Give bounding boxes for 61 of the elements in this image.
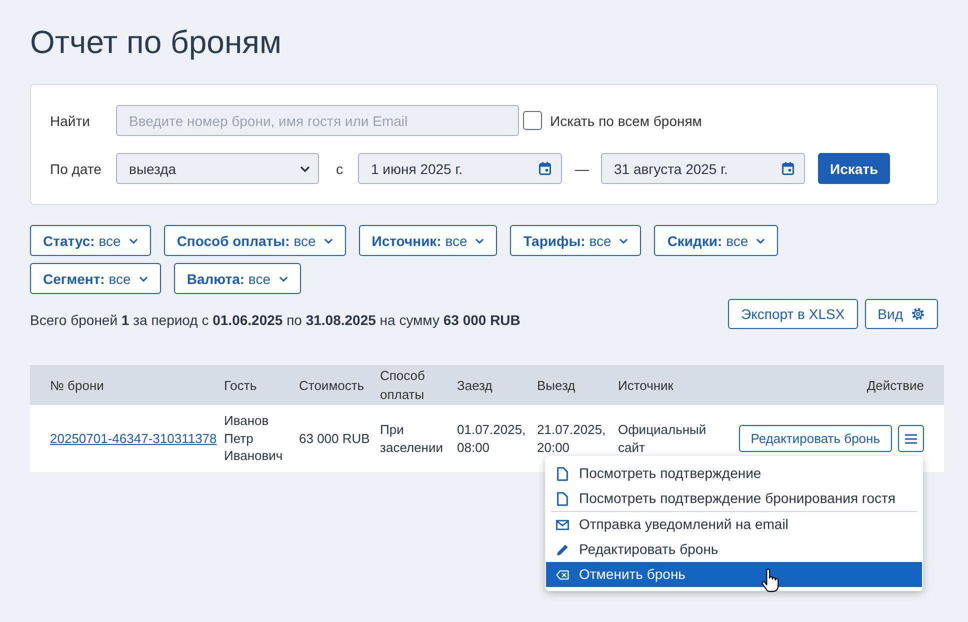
column-header: Источник [618,376,674,394]
chevron-down-icon [278,276,288,282]
chevron-down-icon [756,238,766,244]
date-type-select[interactable]: выезда [116,153,319,184]
checkbox-label: Искать по всем броням [550,112,702,128]
table-cell: Официальный сайт [618,422,706,454]
cancel-icon [556,568,569,582]
table-cell: 21.07.2025, 20:00 [537,422,606,454]
filter-dropdown[interactable]: Валюта: все [174,263,300,294]
table-cell: 63 000 RUB [299,430,370,446]
menu-item[interactable]: Посмотреть подтверждение бронирования гостя [546,486,922,511]
column-header: Действие [866,376,925,394]
menu-item[interactable]: Редактировать бронь [546,537,922,562]
chevron-down-icon [324,238,333,244]
booking-link[interactable]: 20250701-46347-310311378 [50,430,217,446]
menu-item[interactable]: Отправка уведомлений на email [546,512,922,537]
edit-booking-button[interactable]: Редактировать бронь [738,425,892,452]
calendar-icon [782,162,794,175]
table-cell: 01.07.2025, 08:00 [457,422,526,454]
table-cell: При заселении [380,422,444,454]
column-header: Выезд [537,376,576,394]
column-header: Гость [224,376,258,394]
column-header: Способ оплаты [380,367,426,404]
view-button[interactable]: Вид [864,299,938,329]
from-label: с [336,160,343,176]
search-label: Найти [50,112,91,128]
filter-dropdown[interactable]: Скидки: все [654,225,778,256]
document-icon [556,466,569,480]
menu-icon [905,434,917,444]
search-button[interactable]: Искать [818,153,890,184]
export-button[interactable]: Экспорт в XLSX [728,299,858,329]
menu-item[interactable]: Посмотреть подтверждение [546,461,922,486]
summary-text: Всего броней 1 за период с 01.06.2025 по 31.08.2025 на сумму 63 000 RUB [30,312,520,329]
chevron-down-icon [138,276,148,282]
chevron-down-icon [128,238,138,244]
date-label: По дате [50,160,102,176]
date-to-field[interactable]: 31 августа 2025 г. [601,153,805,184]
filter-dropdown[interactable]: Источник: все [358,225,498,256]
chevron-down-icon [619,238,628,244]
column-header: Заезд [457,376,494,394]
range-dash: — [575,160,589,176]
search-field[interactable]: Введите номер брони, имя гостя или Email [116,105,519,136]
filter-dropdown[interactable]: Способ оплаты: все [164,225,346,256]
checkbox[interactable] [523,111,542,130]
settings-icon [911,307,925,321]
column-header: № брони [49,376,105,394]
menu-button[interactable] [898,425,924,452]
date-from-field[interactable]: 1 июня 2025 г. [358,153,562,184]
pencil-icon [556,542,569,556]
chevron-down-icon [475,238,484,244]
filter-dropdown[interactable]: Статус: все [30,225,151,256]
menu-item[interactable]: Отменить бронь [546,562,922,587]
calendar-icon [539,162,551,175]
table-cell: Иванов Петр Иванович [224,413,283,464]
page-title: Отчет по броням [30,23,282,62]
document-icon [556,492,569,506]
filter-dropdown[interactable]: Тарифы: все [510,225,642,256]
envelope-icon [556,518,569,532]
chevron-down-icon [300,166,310,172]
column-header: Стоимость [299,376,366,394]
filter-dropdown[interactable]: Сегмент: все [30,263,161,294]
